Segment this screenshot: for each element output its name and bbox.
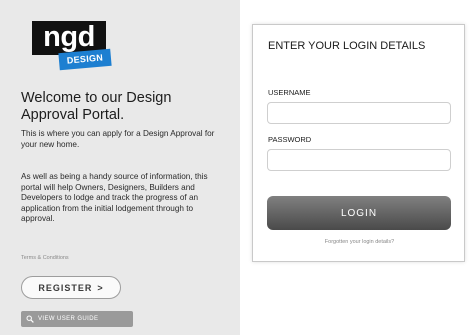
welcome-panel: ngd DESIGN Welcome to our Design Approva…	[0, 0, 240, 335]
password-input[interactable]	[267, 149, 451, 171]
intro-text: This is where you can apply for a Design…	[21, 129, 215, 149]
register-label: REGISTER	[38, 282, 93, 293]
ngd-design-logo: ngd DESIGN	[32, 21, 112, 72]
logo-design-tag: DESIGN	[58, 48, 112, 71]
guide-label: VIEW USER GUIDE	[38, 316, 99, 322]
login-card: ENTER YOUR LOGIN DETAILS USERNAME PASSWO…	[252, 24, 465, 262]
username-label: USERNAME	[268, 88, 311, 97]
login-button[interactable]: LOGIN	[267, 196, 451, 230]
chevron-right-icon: >	[97, 282, 104, 293]
username-input[interactable]	[267, 102, 451, 124]
view-user-guide-button[interactable]: VIEW USER GUIDE	[21, 311, 133, 327]
magnifier-icon	[26, 315, 34, 323]
terms-link[interactable]: Terms & Conditions	[21, 255, 69, 261]
info-text: As well as being a handy source of infor…	[21, 172, 208, 223]
password-label: PASSWORD	[268, 135, 312, 144]
welcome-title: Welcome to our Design Approval Portal.	[21, 90, 172, 123]
forgot-login-link[interactable]: Forgotten your login details?	[253, 239, 466, 245]
register-button[interactable]: REGISTER >	[21, 276, 121, 299]
login-heading: ENTER YOUR LOGIN DETAILS	[268, 40, 426, 52]
